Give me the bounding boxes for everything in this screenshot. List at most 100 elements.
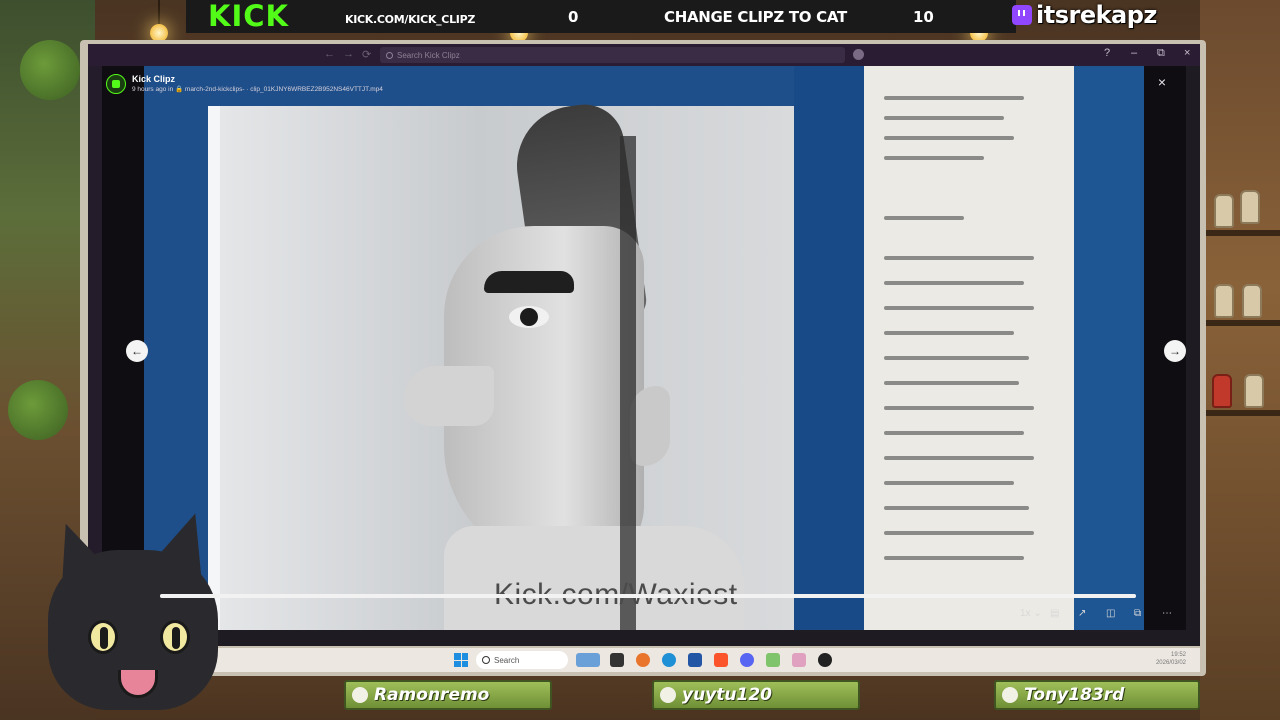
cat-eye — [88, 620, 118, 654]
clock-date: 2026/03/02 — [1155, 660, 1186, 666]
picture-in-picture-icon[interactable]: ⧉ — [1134, 608, 1141, 619]
more-options-icon[interactable]: ⋯ — [1162, 608, 1172, 619]
paper-line — [884, 506, 1029, 510]
progress-bar[interactable] — [160, 594, 1136, 598]
widgets-icon[interactable] — [576, 653, 600, 667]
edge-icon[interactable] — [662, 653, 676, 667]
twitch-handle-tag: itsrekapz — [1012, 0, 1157, 30]
paper-line — [884, 406, 1034, 410]
forward-icon[interactable]: → — [343, 48, 354, 61]
paper-line — [884, 556, 1024, 560]
brave-icon[interactable] — [714, 653, 728, 667]
back-icon[interactable]: ← — [324, 48, 335, 61]
vote-count-right: 10 — [913, 8, 934, 26]
background-right-shelves — [1200, 0, 1280, 720]
clip-header: Kick Clipz 9 hours ago in 🔒 march-2nd-ki… — [106, 74, 383, 95]
search-icon — [482, 656, 490, 664]
expand-icon[interactable]: ↗ — [1078, 608, 1086, 619]
extension-icon[interactable] — [853, 49, 864, 60]
blue-stripe — [794, 66, 874, 630]
clock-time: 19:52 — [1170, 652, 1186, 658]
next-clip-button[interactable]: → — [1164, 340, 1186, 362]
user-icon — [352, 687, 368, 703]
plant-decoration — [20, 40, 80, 100]
jar — [1212, 374, 1232, 408]
paper-line — [884, 216, 964, 220]
kick-url: KICK.COM/KICK_CLIPZ — [345, 13, 476, 26]
clip-channel-title[interactable]: Kick Clipz — [132, 74, 383, 85]
shelf — [1202, 410, 1280, 416]
copilot-icon[interactable] — [636, 653, 650, 667]
paper-line — [884, 356, 1029, 360]
jar — [1240, 190, 1260, 224]
nav-arrows: ← → ⟳ — [324, 48, 371, 61]
chat-tag: Ramonremo — [344, 680, 552, 710]
shelf — [1202, 320, 1280, 326]
discord-icon[interactable] — [740, 653, 754, 667]
twitch-icon — [1012, 5, 1032, 25]
theater-mode-icon[interactable]: ◫ — [1106, 608, 1115, 619]
chat-tag: yuytu120 — [652, 680, 860, 710]
minimize-button[interactable]: – — [1131, 47, 1137, 59]
reload-icon[interactable]: ⟳ — [362, 48, 371, 61]
chat-tag-name: Tony183rd — [1024, 685, 1125, 705]
kick-logo: KICK — [208, 0, 290, 33]
search-icon — [386, 51, 393, 59]
jar — [1242, 284, 1262, 318]
star-icon — [660, 687, 676, 703]
paper-line — [884, 116, 1004, 120]
taskbar-clock[interactable]: 19:52 2026/03/02 — [1156, 651, 1186, 667]
paper-line — [884, 306, 1034, 310]
search-input[interactable]: Search Kick Clipz — [380, 47, 845, 63]
paper — [864, 66, 1084, 630]
chat-tag: Tony183rd — [994, 680, 1200, 710]
close-window-button[interactable]: × — [1184, 47, 1190, 59]
app-icon[interactable] — [792, 653, 806, 667]
paper-line — [884, 136, 1014, 140]
help-icon[interactable]: ? — [1104, 47, 1110, 59]
right-blue — [1074, 66, 1144, 630]
chat-tag-name: Ramonremo — [374, 685, 490, 705]
nose — [404, 366, 494, 426]
restore-button[interactable]: ⧉ — [1157, 47, 1165, 60]
clip-video[interactable]: Kick.com/Waxiest — [144, 66, 1144, 630]
search-placeholder: Search Kick Clipz — [397, 50, 460, 60]
shelf — [1202, 230, 1280, 236]
paper-line — [884, 256, 1034, 260]
hanging-lamp — [150, 0, 168, 42]
playback-speed-select[interactable]: 1x ⌄ — [1020, 608, 1042, 619]
paper-line — [884, 281, 1024, 285]
jar — [1214, 194, 1234, 228]
paper-line — [884, 331, 1014, 335]
obs-icon[interactable] — [818, 653, 832, 667]
stream-top-bar — [186, 0, 1016, 33]
jar — [1214, 284, 1234, 318]
dollar-icon — [1002, 687, 1018, 703]
clip-meta: 9 hours ago in 🔒 march-2nd-kickclips- · … — [132, 86, 383, 93]
task-view-icon[interactable] — [610, 653, 624, 667]
captions-icon[interactable]: ▤ — [1050, 608, 1059, 619]
paper-line — [884, 381, 1019, 385]
title-bar: ← → ⟳ Search Kick Clipz ? – ⧉ × — [88, 44, 1200, 66]
paper-line — [884, 96, 1024, 100]
vote-count-left: 0 — [568, 8, 579, 26]
start-menu-icon[interactable] — [454, 653, 468, 667]
cat-eye — [160, 620, 190, 654]
store-icon[interactable] — [688, 653, 702, 667]
prev-clip-button[interactable]: ← — [126, 340, 148, 362]
close-viewer-icon[interactable]: × — [1158, 74, 1166, 90]
channel-avatar[interactable] — [106, 74, 126, 94]
paper-line — [884, 531, 1034, 535]
app-window: ← → ⟳ Search Kick Clipz ? – ⧉ × Kick.com… — [88, 44, 1200, 646]
eyebrow — [484, 271, 574, 293]
paper-line — [884, 431, 1024, 435]
plant-decoration — [8, 380, 68, 440]
ear — [630, 386, 670, 466]
paper-line — [884, 481, 1014, 485]
vote-label: CHANGE CLIPZ TO CAT — [664, 8, 847, 26]
pupil — [520, 308, 538, 326]
taskbar-search[interactable]: Search — [476, 651, 568, 669]
app-icon[interactable] — [766, 653, 780, 667]
clip-viewer: Kick.com/Waxiest Kick Clipz 9 hours ago … — [102, 66, 1186, 630]
jar — [1244, 374, 1264, 408]
